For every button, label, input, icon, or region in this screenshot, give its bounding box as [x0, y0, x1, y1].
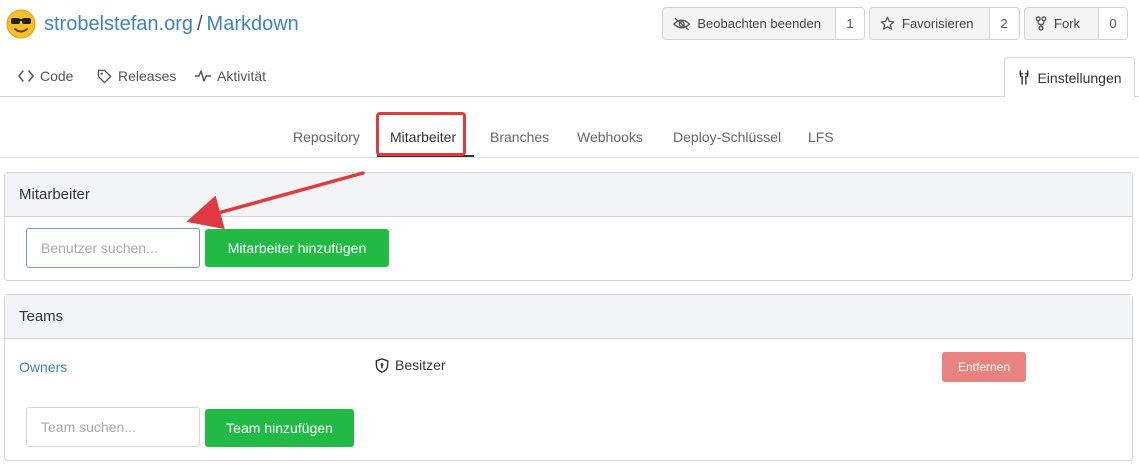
settings-tab-repository[interactable]: Repository [293, 129, 360, 145]
watch-button-group: Beobachten beenden 1 [662, 7, 865, 40]
star-label: Favorisieren [902, 16, 974, 31]
remove-team-button[interactable]: Entfernen [942, 352, 1026, 382]
tab-settings-label: Einstellungen [1037, 69, 1122, 86]
star-button[interactable]: Favorisieren [870, 8, 990, 39]
team-search-input[interactable] [26, 407, 200, 447]
watch-button[interactable]: Beobachten beenden [663, 8, 836, 39]
settings-tab-lfs[interactable]: LFS [808, 129, 834, 145]
settings-tab-branches[interactable]: Branches [490, 129, 549, 145]
tab-releases-label: Releases [118, 68, 177, 84]
repo-header: strobelstefan.org / Markdown Beobachten be… [0, 0, 1139, 56]
tag-icon [97, 69, 112, 83]
fork-count[interactable]: 0 [1099, 8, 1127, 39]
tab-code-label: Code [40, 68, 74, 84]
add-team-button[interactable]: Team hinzufügen [205, 409, 354, 447]
tab-activity-label: Aktivität [217, 68, 267, 84]
tools-icon [1020, 70, 1029, 85]
tab-settings[interactable]: Einstellungen [1004, 57, 1135, 98]
user-search-input[interactable] [26, 228, 200, 268]
repo-title: strobelstefan.org / Markdown [44, 13, 299, 36]
watch-label: Beobachten beenden [697, 16, 821, 31]
team-owners-link[interactable]: Owners [19, 359, 67, 375]
collaborators-heading: Mitarbeiter [5, 173, 1132, 217]
settings-subnav: Repository Mitarbeiter Branches Webhooks… [0, 97, 1139, 158]
fork-icon [1035, 16, 1047, 31]
repo-nav: Code Releases Aktivität Einstellungen [0, 56, 1139, 98]
fork-label: Fork [1054, 16, 1080, 31]
repo-name-link[interactable]: Markdown [207, 13, 299, 35]
tab-releases[interactable]: Releases [97, 68, 176, 84]
tab-code[interactable]: Code [18, 68, 73, 84]
code-icon [18, 70, 34, 82]
teams-section: Teams Owners Besitzer Entfernen Team hin… [4, 294, 1133, 461]
team-role-label: Besitzer [395, 357, 446, 373]
star-button-group: Favorisieren 2 [869, 7, 1020, 40]
add-collaborator-button[interactable]: Mitarbeiter hinzufügen [205, 229, 389, 267]
fork-button[interactable]: Fork [1025, 8, 1099, 39]
sunglasses-emoji-avatar [6, 9, 36, 39]
collaborators-section: Mitarbeiter Mitarbeiter hinzufügen [4, 172, 1133, 281]
settings-tab-webhooks[interactable]: Webhooks [577, 129, 643, 145]
repo-owner-link[interactable]: strobelstefan.org [44, 13, 193, 35]
watch-count[interactable]: 1 [836, 8, 864, 39]
settings-tab-deploy-keys[interactable]: Deploy-Schlüssel [673, 129, 781, 145]
team-role: Besitzer [375, 357, 446, 373]
eye-slash-icon [673, 17, 691, 30]
tab-activity[interactable]: Aktivität [195, 68, 266, 84]
repo-separator: / [196, 13, 203, 35]
shield-lock-icon [375, 357, 389, 373]
annotation-highlight-box [376, 112, 466, 156]
fork-button-group: Fork 0 [1024, 7, 1128, 40]
star-icon [880, 16, 895, 30]
star-count[interactable]: 2 [990, 8, 1018, 39]
teams-heading: Teams [5, 295, 1132, 339]
pulse-icon [195, 70, 211, 82]
